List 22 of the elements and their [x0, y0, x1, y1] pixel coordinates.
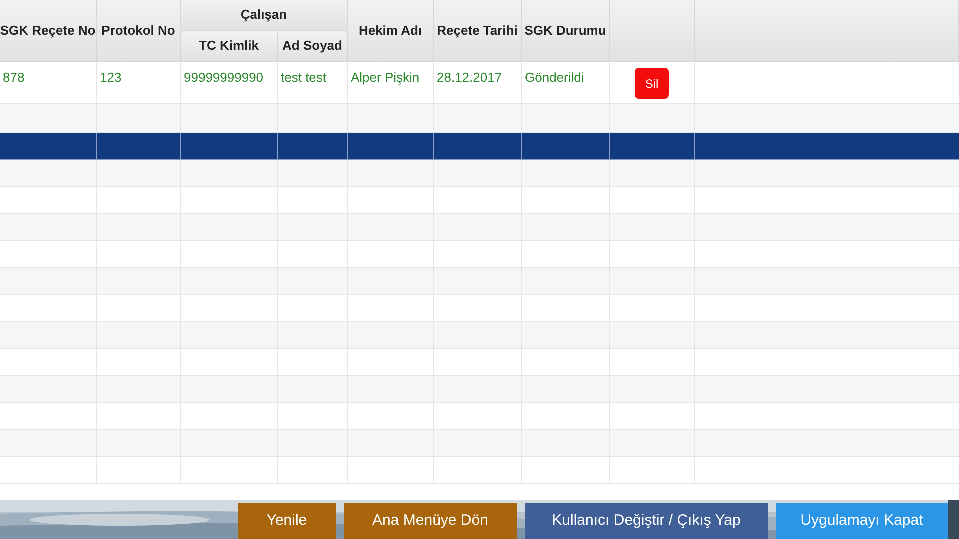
table-cell-text: Gönderildi [525, 69, 586, 87]
table-cell-text: 28.12.2017 [437, 69, 504, 87]
table-cell-text: Alper Pişkin [351, 69, 421, 87]
table-cell-text: 123 [100, 69, 123, 87]
column-group-header: Çalışan [181, 0, 348, 31]
table-row[interactable] [0, 133, 959, 160]
column-header: SGK Durumu [522, 0, 610, 61]
table-cell-text: test test [281, 69, 328, 87]
delete-button[interactable]: Sil [635, 68, 669, 99]
footer-button[interactable]: Kullanıcı Değiştir / Çıkış Yap [525, 503, 768, 539]
column-header: Reçete Tarihi [434, 0, 522, 61]
column-header: TC Kimlik [181, 30, 278, 61]
table-cell-text: 99999999990 [184, 69, 265, 87]
column-header: SGK Reçete No [0, 0, 97, 61]
footer-button[interactable]: Uygulamayı Kapat [776, 503, 948, 539]
column-header: Hekim Adı [348, 0, 434, 61]
column-header: Ad Soyad [278, 30, 348, 61]
column-header: Protokol No [97, 0, 181, 61]
footer-button[interactable]: Ana Menüye Dön [344, 503, 517, 539]
footer-button[interactable]: Yenile [238, 503, 336, 539]
table-cell-text: 878 [3, 69, 26, 87]
table-row[interactable]: 878 123 99999999990 test test Alper Pişkin 28.12.2017 Gönderildi Sil [0, 62, 959, 104]
